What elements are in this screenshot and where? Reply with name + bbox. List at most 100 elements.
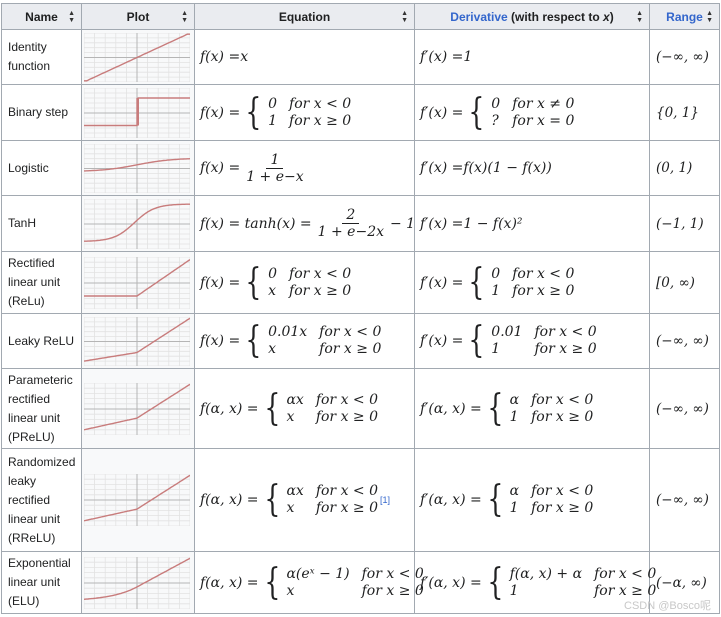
function-name: Exponential linear unit (ELU) [1, 551, 82, 614]
col-derivative-qualifier: (with respect to [507, 9, 604, 24]
binary-step-derivative-case-condition: for x ≠ 0 [512, 95, 575, 112]
range-cell: [0, ∞) [649, 251, 720, 314]
function-name: Parameteric rectified linear unit (PReLU… [1, 368, 82, 449]
relu-equation-case-condition: for x < 0 [289, 265, 352, 282]
binary-step-equation-lhs: f(x) = [200, 104, 241, 121]
sort-arrows-icon[interactable]: ▲ ▼ [636, 10, 643, 24]
tanh-range: (−1, 1) [656, 215, 704, 232]
leaky-relu-equation-case-value: 0.01x [268, 324, 308, 340]
watermark: CSDN @Bosco呢 [624, 600, 711, 612]
binary-step-derivative-cases: 0 for x ≠ 0? for x = 0 [491, 96, 574, 130]
relu-equation: f(x) = {0 for x < 0 x for x ≥ 0 [200, 261, 351, 303]
relu-equation-cases: 0 for x < 0 x for x ≥ 0 [268, 266, 351, 300]
sort-arrows-icon[interactable]: ▲ ▼ [401, 10, 408, 24]
range-cell: (0, 1) [649, 140, 720, 196]
sort-arrows-icon[interactable]: ▲ ▼ [68, 10, 75, 24]
equation-cell: f(x) = {0.01x for x < 0 x for x ≥ 0 [194, 313, 415, 369]
binary-step-range: {0, 1} [656, 104, 699, 121]
relu-derivative-case-condition: for x ≥ 0 [512, 282, 575, 299]
prelu-derivative: f′(α, x) = {α for x < 0 1 for x ≥ 0 [420, 390, 594, 427]
derivative-cell: f′(x) = 1 − f(x)² [414, 195, 650, 252]
prelu-derivative-case-condition: for x < 0 [531, 391, 594, 408]
logistic-derivative: f′(x) = f(x)(1 − f(x)) [420, 160, 552, 176]
rrelu-equation-case-condition: for x ≥ 0 [315, 500, 378, 516]
derivative-cell: f′(x) = {0 for x ≠ 0? for x = 0 [414, 84, 650, 141]
equation-cell: f(α, x) = {αx for x < 0 x for x ≥ 0 [194, 368, 415, 449]
elu-equation-case-value: x [286, 582, 295, 599]
col-range-link[interactable]: Range [666, 10, 703, 24]
rrelu-equation-case-value: x [286, 500, 295, 516]
identity-derivative-lhs: f′(x) = [420, 49, 464, 65]
prelu-equation-case-value: αx [286, 391, 304, 408]
sort-arrows-icon[interactable]: ▲ ▼ [181, 10, 188, 24]
col-plot[interactable]: Plot ▲ ▼ [81, 3, 195, 30]
tanh-equation-fraction: 21 + e−2x [314, 207, 388, 240]
leaky-relu-equation-case-condition: for x ≥ 0 [319, 341, 382, 357]
identity-equation-lhs: f(x) = [200, 49, 241, 65]
plot-cell [81, 251, 195, 314]
equation-cell: f(x) = tanh(x) = 21 + e−2x − 1 [194, 195, 415, 252]
sort-arrows-icon[interactable]: ▲ ▼ [706, 10, 713, 24]
prelu-equation: f(α, x) = {αx for x < 0 x for x ≥ 0 [200, 390, 378, 427]
binary-step-derivative-case-condition: for x = 0 [512, 112, 575, 129]
leaky-relu-equation-lhs: f(x) = [200, 333, 241, 349]
elu-derivative-lhs: f′(α, x) = [420, 574, 482, 591]
leaky-relu-name: Leaky ReLU [8, 333, 75, 348]
rrelu-equation: f(α, x) = {αx for x < 0 x for x ≥ 0 [1] [200, 482, 390, 518]
binary-step-equation-case-condition: for x ≥ 0 [289, 112, 352, 129]
range-cell: (−∞, ∞) [649, 29, 720, 85]
identity-equation: f(x) = x [200, 49, 248, 65]
table-row: Leaky ReLU f(x) = {0.01x for x < 0 x for x ≥… [1, 313, 720, 369]
table-row: TanH f(x) = tanh(x) = 21 + e−2x − 1 f′(x) … [1, 195, 720, 252]
derivative-cell: f′(α, x) = {f(α, x) + α for x < 0 1 for x ≥… [414, 551, 656, 614]
tanh-equation-denominator: 1 + e−2x [317, 224, 384, 240]
table-row: Logistic f(x) = 11 + e−x f′(x) = f(x)(1 − … [1, 140, 720, 196]
col-equation[interactable]: Equation ▲ ▼ [194, 3, 415, 30]
derivative-cell: f′(α, x) = {α for x < 0 1 for x ≥ 0 [414, 448, 650, 552]
tanh-equation-lhs: f(x) = tanh(x) = [200, 215, 312, 232]
derivative-cell: f′(x) = {0.01 for x < 0 1 for x ≥ 0 [414, 313, 650, 369]
tanh-derivative: f′(x) = 1 − f(x)² [420, 216, 523, 232]
rrelu-derivative-case-value: α [509, 483, 520, 499]
rrelu-equation-case-value: αx [286, 483, 304, 499]
elu-name: Exponential linear unit (ELU) [8, 556, 71, 608]
leaky-relu-equation-case-value: x [268, 341, 276, 357]
tanh-derivative-lhs: f′(x) = [420, 215, 464, 232]
rrelu-equation-case-condition: for x < 0 [315, 483, 378, 499]
table-row: Binary step f(x) = {0 for x < 0 1 for x ≥ 0f… [1, 84, 720, 141]
equation-cell: f(x) = {0 for x < 0 1 for x ≥ 0 [194, 84, 415, 141]
derivative-cell: f′(α, x) = {α for x < 0 1 for x ≥ 0 [414, 368, 650, 449]
col-name-label: Name [25, 9, 58, 24]
elu-equation-case-condition: for x < 0 [361, 565, 424, 582]
equation-cell: f(α, x) = {αx for x < 0 x for x ≥ 0 [1] [194, 448, 415, 552]
elu-derivative-case-value: 1 [509, 582, 519, 599]
brace-icon: { [245, 261, 262, 303]
derivative-cell: f′(x) = {0 for x < 0 1 for x ≥ 0 [414, 251, 650, 314]
rrelu-name: Randomized leaky rectified linear unit (… [8, 454, 76, 545]
tanh-equation: f(x) = tanh(x) = 21 + e−2x − 1 [200, 207, 415, 240]
citation-link[interactable]: [1] [380, 495, 390, 505]
col-range[interactable]: Range ▲ ▼ [649, 3, 720, 30]
equation-cell: f(x) = {0 for x < 0 x for x ≥ 0 [194, 251, 415, 314]
col-derivative-link[interactable]: Derivative [450, 10, 507, 24]
rrelu-equation-lhs: f(α, x) = [200, 492, 259, 508]
plot-cell [81, 29, 195, 85]
col-name[interactable]: Name ▲ ▼ [1, 3, 82, 30]
col-derivative[interactable]: Derivative (with respect to x) ▲ ▼ [414, 3, 650, 30]
prelu-equation-cases: αx for x < 0 x for x ≥ 0 [286, 392, 378, 426]
relu-derivative-case-value: 1 [491, 282, 501, 299]
prelu-plot [84, 382, 190, 435]
plot-cell [81, 195, 195, 252]
leaky-relu-equation: f(x) = {0.01x for x < 0 x for x ≥ 0 [200, 323, 381, 359]
identity-derivative: f′(x) = 1 [420, 49, 472, 65]
relu-plot [84, 256, 190, 309]
prelu-equation-case-value: x [286, 408, 295, 425]
binary-step-derivative-lhs: f′(x) = [420, 104, 464, 121]
range-cell: (−∞, ∞) [649, 313, 720, 369]
relu-equation-lhs: f(x) = [200, 274, 241, 291]
elu-derivative-case-condition: for x < 0 [594, 565, 657, 582]
function-name: Identity function [1, 29, 82, 85]
col-plot-label: Plot [126, 9, 150, 24]
leaky-relu-derivative-case-condition: for x < 0 [534, 324, 597, 340]
relu-name: Rectified linear unit (ReLu) [8, 256, 61, 308]
